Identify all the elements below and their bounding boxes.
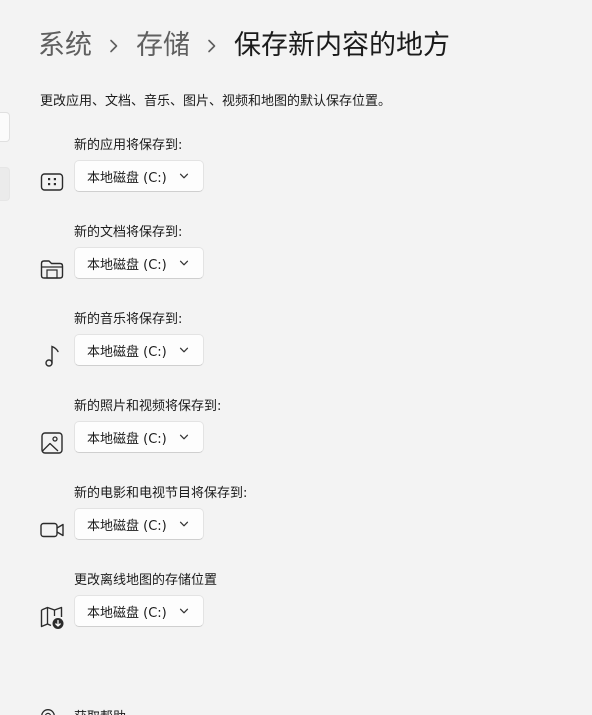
documents-location-dropdown[interactable]: 本地磁盘 (C:) — [74, 247, 204, 279]
setting-row-music: 新的音乐将保存到: 本地磁盘 (C:) — [0, 310, 592, 400]
music-location-dropdown[interactable]: 本地磁盘 (C:) — [74, 334, 204, 366]
chevron-down-icon — [179, 521, 189, 527]
chevron-right-icon — [190, 39, 234, 53]
dropdown-value: 本地磁盘 (C:) — [87, 257, 167, 273]
chevron-down-icon — [179, 608, 189, 614]
photos-location-dropdown[interactable]: 本地磁盘 (C:) — [74, 421, 204, 453]
row-label: 新的文档将保存到: — [74, 225, 183, 240]
setting-row-movies: 新的电影和电视节目将保存到: 本地磁盘 (C:) — [0, 484, 592, 574]
video-camera-icon — [38, 516, 66, 544]
get-help-link[interactable]: 获取帮助 — [40, 706, 126, 715]
photo-icon — [38, 429, 66, 457]
get-help-label: 获取帮助 — [74, 706, 126, 715]
dropdown-value: 本地磁盘 (C:) — [87, 344, 167, 360]
music-note-icon — [38, 342, 66, 370]
dropdown-value: 本地磁盘 (C:) — [87, 431, 167, 447]
app-icon — [38, 168, 66, 196]
help-icon — [41, 708, 55, 715]
page-title: 保存新内容的地方 — [234, 30, 450, 61]
breadcrumb-item-system[interactable]: 系统 — [38, 26, 92, 66]
row-label: 新的照片和视频将保存到: — [74, 399, 222, 414]
dropdown-value: 本地磁盘 (C:) — [87, 518, 167, 534]
movies-location-dropdown[interactable]: 本地磁盘 (C:) — [74, 508, 204, 540]
setting-row-photos: 新的照片和视频将保存到: 本地磁盘 (C:) — [0, 397, 592, 487]
apps-location-dropdown[interactable]: 本地磁盘 (C:) — [74, 160, 204, 192]
map-download-icon — [38, 603, 66, 631]
row-label: 更改离线地图的存储位置 — [74, 573, 218, 588]
chevron-down-icon — [179, 347, 189, 353]
breadcrumb-item-storage[interactable]: 存储 — [136, 26, 190, 66]
chevron-down-icon — [179, 434, 189, 440]
row-label: 新的电影和电视节目将保存到: — [74, 486, 248, 501]
setting-row-documents: 新的文档将保存到: 本地磁盘 (C:) — [0, 223, 592, 313]
breadcrumb: 系统 存储 保存新内容的地方 — [38, 26, 450, 66]
dropdown-value: 本地磁盘 (C:) — [87, 170, 167, 186]
row-label: 新的音乐将保存到: — [74, 312, 183, 327]
setting-row-maps: 更改离线地图的存储位置 本地磁盘 (C:) — [0, 571, 592, 661]
folder-icon — [38, 255, 66, 283]
chevron-down-icon — [179, 173, 189, 179]
chevron-down-icon — [179, 260, 189, 266]
maps-location-dropdown[interactable]: 本地磁盘 (C:) — [74, 595, 204, 627]
chevron-right-icon — [92, 39, 136, 53]
page-description: 更改应用、文档、音乐、图片、视频和地图的默认保存位置。 — [40, 94, 392, 109]
setting-row-apps: 新的应用将保存到: 本地磁盘 (C:) — [0, 136, 592, 226]
dropdown-value: 本地磁盘 (C:) — [87, 605, 167, 621]
row-label: 新的应用将保存到: — [74, 138, 183, 153]
